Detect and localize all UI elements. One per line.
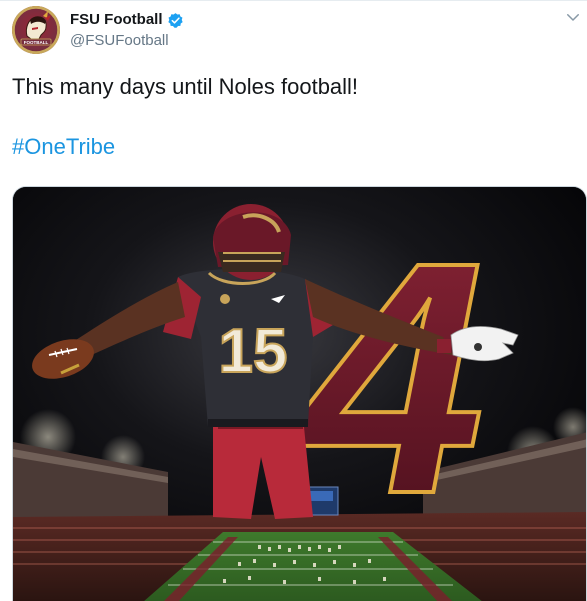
tweet-header: FOOTBALL FSU Football @FSUFootball (12, 6, 582, 58)
account-info: FSU Football @FSUFootball (70, 10, 184, 51)
tweet-body: This many days until Noles football! #On… (12, 72, 572, 162)
display-name[interactable]: FSU Football (70, 10, 163, 30)
countdown-number: 4 (289, 191, 487, 564)
top-divider (0, 0, 587, 1)
tweet-media-image[interactable]: 4 15 (12, 186, 587, 601)
hashtag-link[interactable]: #OneTribe (12, 132, 572, 162)
verified-badge-icon (167, 12, 183, 28)
chevron-down-icon[interactable] (564, 8, 582, 26)
avatar-football-text: FOOTBALL (24, 40, 49, 45)
jersey-number: 15 (219, 317, 288, 386)
football-player-countdown-graphic-icon: 4 15 (13, 187, 586, 601)
account-handle[interactable]: @FSUFootball (70, 31, 184, 51)
tweet-text: This many days until Noles football! (12, 74, 359, 99)
fsu-seminole-logo-icon: FOOTBALL (13, 7, 59, 53)
avatar[interactable]: FOOTBALL (12, 6, 60, 54)
countdown-number-text: 4 (291, 193, 485, 562)
display-name-row[interactable]: FSU Football (70, 10, 184, 30)
